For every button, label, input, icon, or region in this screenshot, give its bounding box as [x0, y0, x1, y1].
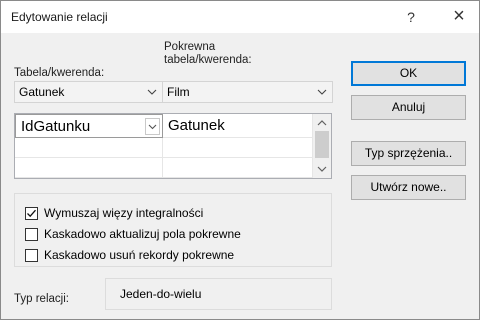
relationship-type-box: Jeden-do-wielu — [105, 278, 332, 310]
table-label: Tabela/kwerenda: — [14, 67, 105, 79]
primary-field-value: IdGatunku — [21, 118, 91, 135]
create-new-button[interactable]: Utwórz nowe.. — [351, 175, 466, 200]
dialog-title: Edytowanie relacji — [11, 10, 108, 24]
grid-cell-primary-field[interactable]: IdGatunku — [15, 114, 163, 138]
grid-cell-related-field[interactable]: Gatunek — [163, 114, 313, 138]
help-button[interactable]: ? — [391, 1, 431, 33]
primary-field-dropdown[interactable] — [145, 118, 160, 135]
checkmark-icon — [27, 209, 36, 218]
edit-relationships-dialog: Edytowanie relacji ? × Tabela/kwerenda: … — [0, 0, 480, 320]
field-mapping-grid[interactable]: IdGatunku Gatunek — [14, 113, 332, 179]
ok-button[interactable]: OK — [351, 61, 466, 86]
integrity-options-group: Wymuszaj więzy integralności Kaskadowo a… — [14, 193, 332, 267]
scrollbar-thumb[interactable] — [315, 131, 329, 158]
chevron-down-icon — [317, 89, 327, 95]
grid-cell-empty[interactable] — [163, 138, 313, 158]
enforce-integrity-label: Wymuszaj więzy integralności — [44, 206, 204, 220]
enforce-integrity-checkbox[interactable] — [25, 207, 38, 220]
cascade-delete-label: Kaskadowo usuń rekordy pokrewne — [44, 248, 235, 262]
grid-vertical-scrollbar[interactable] — [313, 114, 331, 178]
relationship-type-value: Jeden-do-wielu — [120, 287, 202, 301]
related-table-label-line2: tabela/kwerenda: — [164, 54, 252, 66]
related-field-value: Gatunek — [168, 117, 225, 134]
join-type-button[interactable]: Typ sprzężenia.. — [351, 141, 466, 166]
related-table-label-line1: Pokrewna — [164, 41, 216, 53]
cascade-update-label: Kaskadowo aktualizuj pola pokrewne — [44, 227, 241, 241]
related-table-select[interactable]: Film — [162, 81, 333, 103]
grid-cell-empty[interactable] — [15, 158, 163, 178]
chevron-down-icon — [148, 124, 157, 130]
title-bar[interactable]: Edytowanie relacji ? × — [1, 1, 479, 33]
chevron-down-icon — [147, 89, 157, 95]
relationship-type-label: Typ relacji: — [14, 293, 69, 305]
grid-cell-empty[interactable] — [15, 138, 163, 158]
related-table-select-value: Film — [167, 85, 190, 99]
cancel-button[interactable]: Anuluj — [351, 95, 466, 120]
table-select-value: Gatunek — [19, 85, 65, 99]
close-button[interactable]: × — [439, 1, 479, 33]
chevron-up-icon[interactable] — [316, 118, 328, 128]
grid-cell-empty[interactable] — [163, 158, 313, 178]
cascade-update-checkbox[interactable] — [25, 228, 38, 241]
chevron-down-icon[interactable] — [316, 164, 328, 174]
cascade-delete-checkbox[interactable] — [25, 249, 38, 262]
table-select[interactable]: Gatunek — [14, 81, 163, 103]
